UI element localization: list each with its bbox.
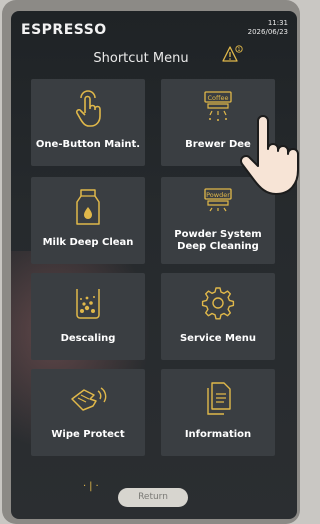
date-text: 2026/06/23 xyxy=(247,28,288,36)
wipe-protect-button[interactable]: Wipe Protect xyxy=(31,369,145,456)
milk-deep-clean-button[interactable]: Milk Deep Clean xyxy=(31,177,145,264)
touch-screen: ESPRESSO 11:31 2026/06/23 Shortcut Menu … xyxy=(11,11,297,519)
warning-count: 1 xyxy=(237,47,240,53)
powder-dispenser-icon: Powder xyxy=(204,188,232,212)
tile-label: Information xyxy=(184,429,252,440)
warning-icon[interactable]: 1 xyxy=(222,45,244,65)
tile-label: Service Menu xyxy=(179,333,257,344)
tile-label: One-Button Maint. xyxy=(35,139,141,150)
coffee-icon-text: Coffee xyxy=(208,94,229,102)
tile-label: Descaling xyxy=(60,333,116,344)
powder-icon-text: Powder xyxy=(206,191,230,199)
tile-label: Milk Deep Clean xyxy=(42,237,134,248)
page-indicator: ·|· xyxy=(83,481,102,492)
gear-icon xyxy=(201,287,235,320)
service-menu-button[interactable]: Service Menu xyxy=(161,273,275,360)
brand-title: ESPRESSO xyxy=(21,22,107,38)
descaling-icon xyxy=(76,289,100,319)
tile-label: Wipe Protect xyxy=(51,429,125,440)
information-button[interactable]: Information xyxy=(161,369,275,456)
clock: 11:31 2026/06/23 xyxy=(248,19,288,37)
return-button[interactable]: Return xyxy=(118,488,188,507)
hand-touch-icon xyxy=(75,90,101,127)
time-text: 11:31 xyxy=(267,19,288,27)
tile-label: Powder System Deep Cleaning xyxy=(174,229,262,252)
pointing-finger-icon xyxy=(240,115,299,195)
device-frame: ESPRESSO 11:31 2026/06/23 Shortcut Menu … xyxy=(2,0,300,524)
document-icon xyxy=(207,382,231,415)
one-button-maint-button[interactable]: One-Button Maint. xyxy=(31,79,145,166)
coffee-brewer-icon: Coffee xyxy=(204,91,232,121)
descaling-button[interactable]: Descaling xyxy=(31,273,145,360)
wipe-hand-icon xyxy=(71,387,107,411)
milk-carton-icon xyxy=(76,189,100,225)
